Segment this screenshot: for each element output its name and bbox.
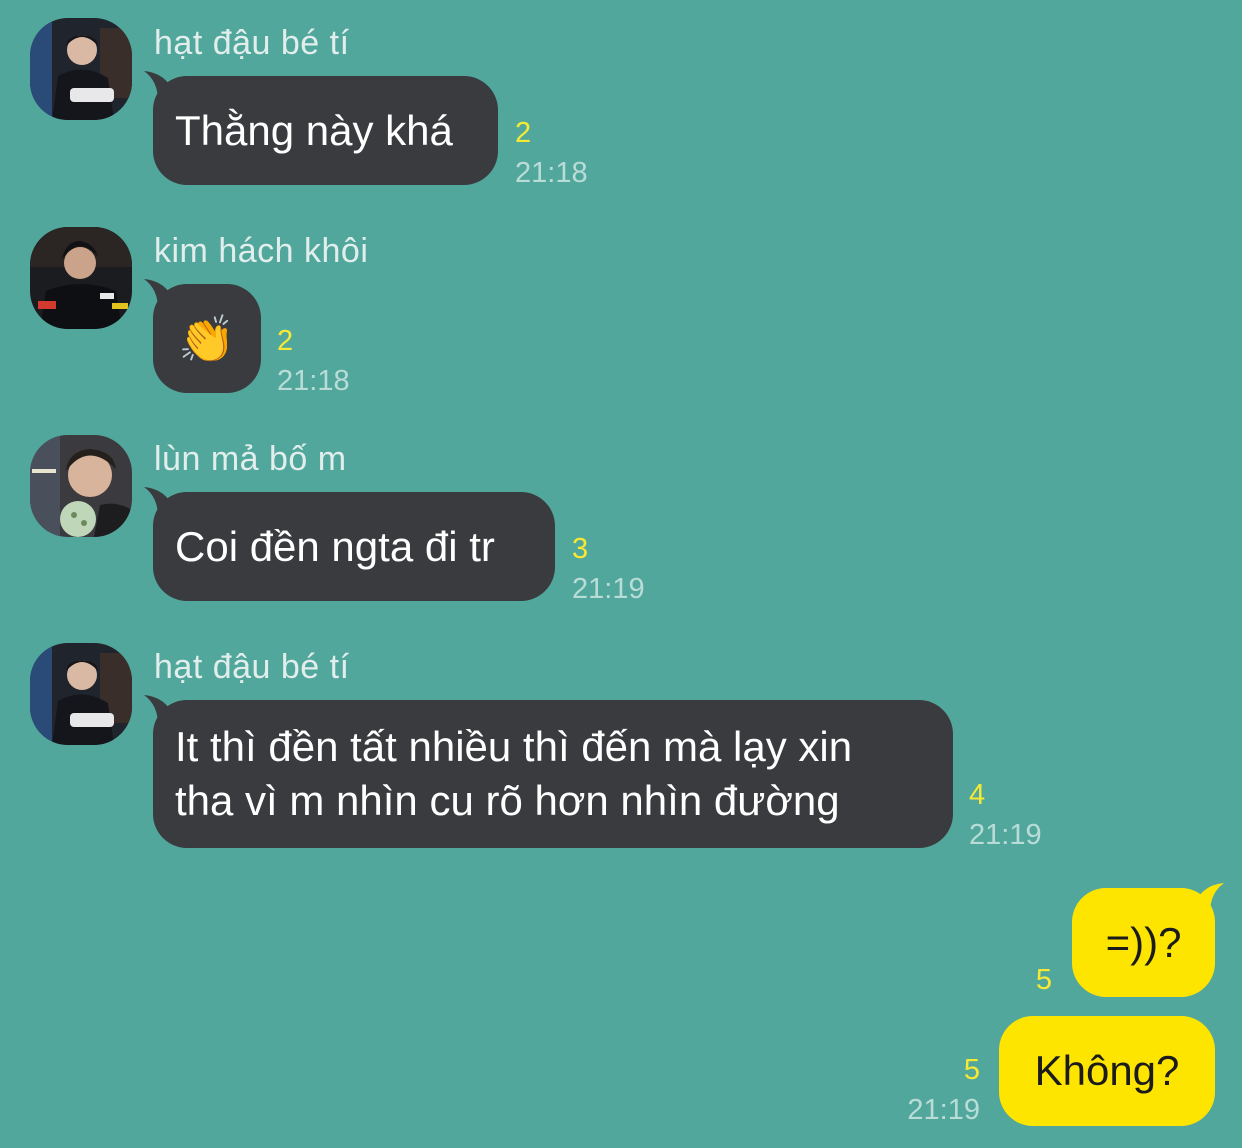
message-bubble[interactable]: Coi đền ngta đi tr — [144, 487, 555, 601]
sender-avatar[interactable] — [30, 227, 132, 329]
message-text: Coi đền ngta đi tr — [175, 523, 495, 570]
message-meta: 2 21:18 — [277, 324, 350, 398]
message-bubble[interactable]: Thằng này khá — [144, 71, 498, 185]
sender-avatar[interactable] — [30, 18, 132, 120]
message-meta: 5 — [1000, 963, 1052, 997]
clapping-hands-icon: 👏 — [178, 313, 236, 365]
message-bubble[interactable]: It thì đền tất nhiều thì đến mà lạy xin … — [144, 695, 953, 848]
unread-count: 5 — [1035, 964, 1052, 996]
bubble-tail — [1194, 883, 1224, 913]
message-text-line: tha vì m nhìn cu rõ hơn nhìn đường — [175, 777, 840, 824]
bubble-tail — [144, 71, 174, 101]
message-text: Không? — [1034, 1047, 1180, 1094]
unread-count: 4 — [969, 779, 986, 811]
my-message-bubble[interactable]: =))? — [1072, 883, 1224, 997]
unread-count: 2 — [515, 117, 532, 149]
unread-count: 2 — [277, 325, 294, 357]
message-text: =))? — [1105, 919, 1182, 966]
message-meta: 2 21:18 — [515, 116, 588, 190]
message-time: 21:19 — [572, 573, 645, 605]
message-time: 21:18 — [277, 365, 350, 397]
profile-photo-icon — [30, 227, 132, 329]
message-time: 21:18 — [515, 157, 588, 189]
bubble-tail — [144, 695, 174, 725]
sender-avatar[interactable] — [30, 643, 132, 745]
bubble-tail — [144, 279, 174, 309]
bubble-tail — [144, 487, 174, 517]
sender-name: lùn mả bố m — [154, 440, 347, 478]
unread-count: 5 — [963, 1054, 980, 1086]
message-bubble[interactable]: 👏 — [144, 279, 261, 393]
chat-message-list[interactable]: hạt đậu bé tí Thằng này khá 2 21:18 kim … — [0, 0, 1242, 1148]
sender-avatar[interactable] — [30, 435, 132, 537]
message-meta: 5 21:19 — [880, 1053, 980, 1127]
profile-photo-icon — [30, 435, 132, 537]
message-text-line: It thì đền tất nhiều thì đến mà lạy xin — [175, 723, 853, 770]
message-text: Thằng này khá — [175, 107, 453, 154]
message-meta: 3 21:19 — [572, 532, 645, 606]
profile-photo-icon — [30, 643, 132, 745]
my-message-bubble[interactable]: Không? — [999, 1016, 1215, 1126]
sender-name: kim hách khôi — [154, 232, 369, 270]
sender-name: hạt đậu bé tí — [154, 648, 350, 686]
message-meta: 4 21:19 — [969, 778, 1042, 852]
profile-photo-icon — [30, 18, 132, 120]
message-time: 21:19 — [969, 819, 1042, 851]
unread-count: 3 — [572, 533, 589, 565]
sender-name: hạt đậu bé tí — [154, 24, 350, 62]
message-time: 21:19 — [907, 1094, 980, 1126]
